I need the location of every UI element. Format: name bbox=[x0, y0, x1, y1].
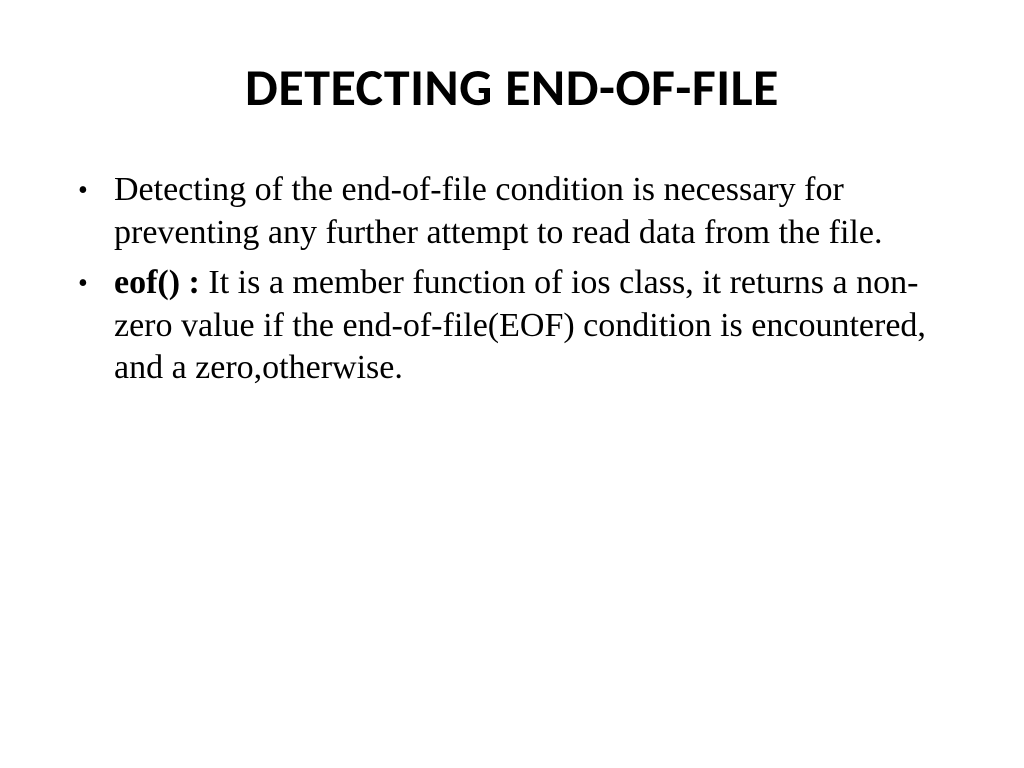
slide-title: DETECTING END-OF-FILE bbox=[70, 55, 954, 119]
bullet-text: eof() : It is a member function of ios c… bbox=[114, 262, 954, 390]
slide-container: DETECTING END-OF-FILE • Detecting of the… bbox=[0, 0, 1024, 768]
slide-content: • Detecting of the end-of-file condition… bbox=[70, 169, 954, 390]
bullet-marker: • bbox=[70, 262, 114, 390]
bold-label: eof() : bbox=[114, 264, 200, 301]
bullet-body: It is a member function of ios class, it… bbox=[114, 264, 926, 386]
bullet-marker: • bbox=[70, 169, 114, 254]
bullet-text: Detecting of the end-of-file condition i… bbox=[114, 169, 954, 254]
bullet-item: • Detecting of the end-of-file condition… bbox=[70, 169, 954, 254]
bullet-item: • eof() : It is a member function of ios… bbox=[70, 262, 954, 390]
